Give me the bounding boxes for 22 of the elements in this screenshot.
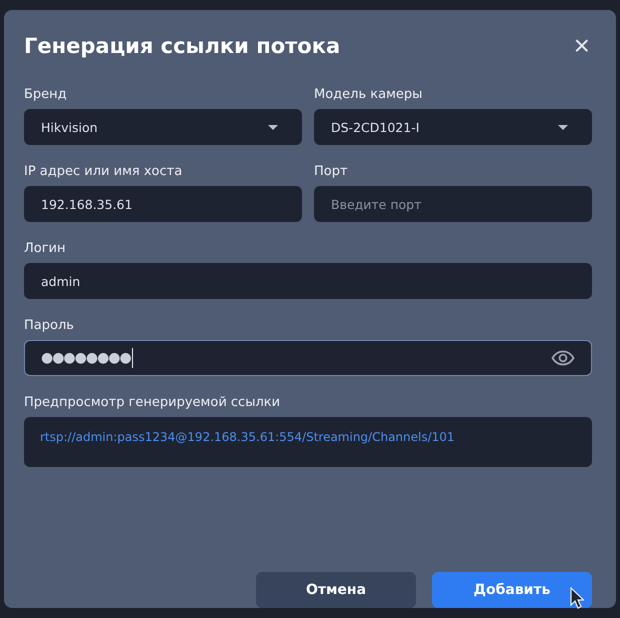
field-label: Пароль	[24, 317, 75, 335]
dropdown[interactable]: DS-2CD1021-I	[314, 109, 592, 145]
caret-icon	[267, 124, 279, 130]
close-button[interactable]: ×	[572, 32, 592, 60]
field-label: IP адрес или имя хоста	[24, 163, 184, 181]
input-field[interactable]: Введите порт	[314, 186, 592, 222]
field-label: Бренд	[24, 86, 68, 104]
field-label: Порт	[314, 163, 349, 181]
add-button[interactable]: Добавить	[432, 572, 592, 608]
field-label: Логин	[24, 240, 67, 258]
cancel-button[interactable]: Отмена	[256, 572, 416, 608]
stream-link[interactable]: rtsp://admin:pass1234@192.168.35.61:554/Streaming/Channels/101	[40, 430, 455, 444]
input-field[interactable]: admin	[24, 263, 592, 299]
input-field[interactable]: 192.168.35.61	[24, 186, 302, 222]
field-label: Предпросмотр генерируемой ссылки	[24, 394, 282, 412]
field-label: Модель камеры	[314, 86, 424, 104]
dialog-title: Генерация ссылки потока	[24, 34, 340, 58]
dropdown[interactable]: Hikvision	[24, 109, 302, 145]
cursor-icon	[570, 587, 584, 609]
eye-icon[interactable]	[551, 350, 575, 366]
password-field[interactable]: ●●●●●●●●	[24, 340, 592, 376]
caret-icon	[557, 124, 569, 130]
